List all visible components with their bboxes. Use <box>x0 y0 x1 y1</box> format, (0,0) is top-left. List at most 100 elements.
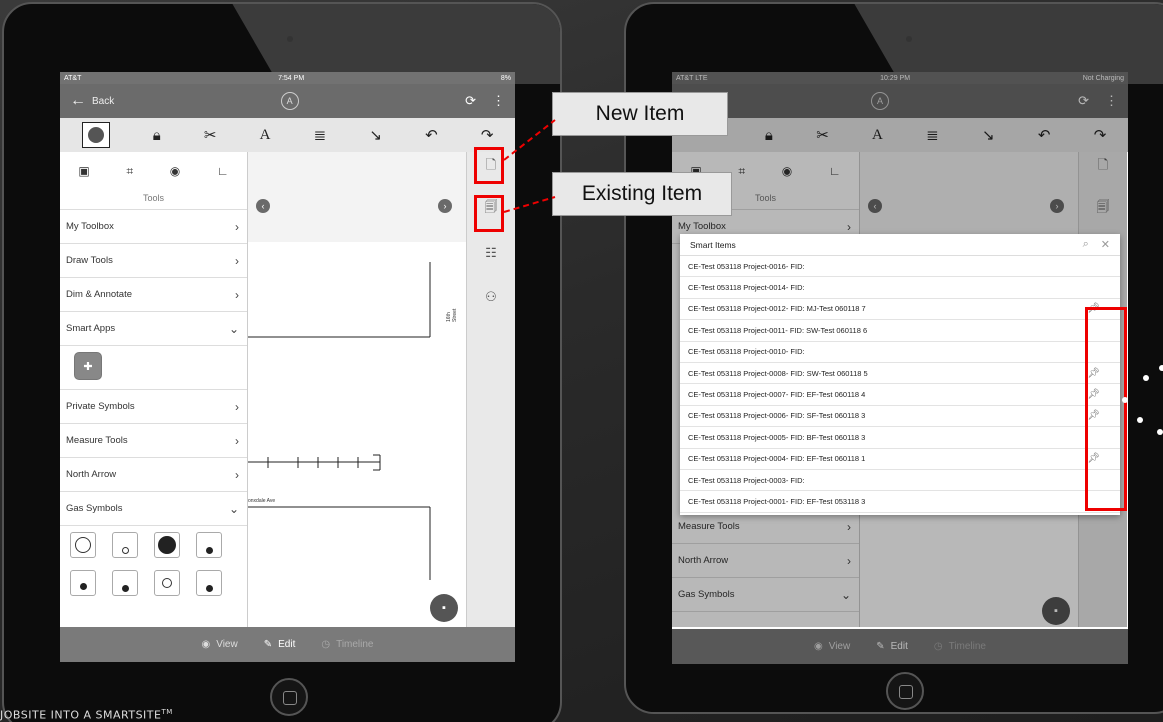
carrier: AT&T LTE <box>676 74 708 82</box>
more-icon[interactable]: ⋮ <box>492 93 505 109</box>
new-item-callout: New Item <box>552 92 728 136</box>
panel-row-gas-symbols[interactable]: Gas Symbols ⌄ <box>60 492 247 526</box>
timeline-tab[interactable]: ◷ Timeline <box>321 639 373 650</box>
left-screen: AT&T 7:54 PM 8% ← Back A ⟳ ⋮ 🔒︎ ✂︎ A ≣ ↘… <box>60 72 515 662</box>
clock-icon: ◷ <box>933 641 943 652</box>
settings-tab-icon[interactable]: ▣ <box>78 164 89 178</box>
pan-left-icon[interactable]: ‹ <box>868 199 882 213</box>
home-button[interactable] <box>270 678 308 716</box>
smart-item-row[interactable]: CE-Test 053118 Project-0003- FID: <box>680 470 1120 492</box>
pan-right-icon[interactable]: › <box>1050 199 1064 213</box>
smart-app-icon[interactable]: ✚ <box>74 352 102 380</box>
back-button[interactable]: ← Back <box>70 92 114 110</box>
tape-icon[interactable]: ✂︎ <box>204 126 217 144</box>
dimension-tab-icon[interactable]: ∟ <box>829 164 841 178</box>
panel-row-my-toolbox[interactable]: My Toolbox › <box>60 210 247 244</box>
edit-icon: ✎ <box>263 639 273 650</box>
chevron-right-icon: › <box>235 287 239 302</box>
smart-item-label: CE-Test 053118 Project-0008- FID: SW-Tes… <box>688 368 868 378</box>
gas-symbol-t-circle[interactable] <box>70 532 96 558</box>
smart-item-row[interactable]: CE-Test 053118 Project-0006- FID: SF-Tes… <box>680 406 1120 428</box>
dimension-tab-icon[interactable]: ∟ <box>217 164 229 178</box>
panel-row-north-arrow[interactable]: North Arrow › <box>672 544 859 578</box>
panel-row-smart-apps[interactable]: Smart Apps ⌄ <box>60 312 247 346</box>
list-icon[interactable]: ☷ <box>482 244 500 262</box>
refresh-icon[interactable]: ⟳ <box>465 93 476 109</box>
smart-items-title: Smart Items <box>690 239 736 250</box>
gas-symbol-t-dot[interactable] <box>196 532 222 558</box>
gas-symbol-valve[interactable] <box>112 532 138 558</box>
gas-symbol-dot[interactable] <box>112 570 138 596</box>
smart-item-row[interactable]: CE-Test 053118 Project-0005- FID: BF-Tes… <box>680 427 1120 449</box>
text-tool[interactable]: A <box>260 127 271 144</box>
gas-symbol-dot-2[interactable] <box>196 570 222 596</box>
view-tab[interactable]: ◉ View <box>814 641 850 652</box>
save-button[interactable]: ▪ <box>430 594 458 622</box>
eye-tab-icon[interactable]: ◉ <box>170 164 180 178</box>
refresh-icon[interactable]: ⟳ <box>1078 93 1089 109</box>
undo-icon[interactable]: ↶ <box>425 126 438 144</box>
undo-icon[interactable]: ↶ <box>1038 126 1051 144</box>
panel-row-gas-symbols[interactable]: Gas Symbols ⌄ <box>672 578 859 612</box>
camera <box>287 36 293 42</box>
close-icon[interactable]: ✕ <box>1101 238 1110 251</box>
more-icon[interactable]: ⋮ <box>1105 93 1118 109</box>
panel-row-dim-annotate[interactable]: Dim & Annotate › <box>60 278 247 312</box>
lock-icon[interactable]: 🔒︎ <box>765 127 773 144</box>
eyedropper-icon[interactable]: ↘︎ <box>982 126 995 144</box>
eye-icon: ◉ <box>201 639 211 650</box>
smart-item-row[interactable]: CE-Test 053118 Project-0011- FID: SW-Tes… <box>680 320 1120 342</box>
pins-highlight <box>1085 307 1127 511</box>
crop-tab-icon[interactable]: ⌗ <box>738 164 745 179</box>
home-button[interactable] <box>886 672 924 710</box>
battery: 8% <box>500 74 511 82</box>
smart-item-label: CE-Test 053118 Project-0016- FID: <box>688 261 805 271</box>
text-tool[interactable]: A <box>872 127 883 144</box>
crop-tab-icon[interactable]: ⌗ <box>126 164 133 179</box>
smart-item-row[interactable]: CE-Test 053118 Project-0004- FID: EF-Tes… <box>680 449 1120 470</box>
status-bar: AT&T LTE 10:29 PM Not Charging <box>672 72 1128 84</box>
smart-item-row[interactable]: CE-Test 053118 Project-0008- FID: SW-Tes… <box>680 363 1120 385</box>
eyedropper-icon[interactable]: ↘︎ <box>369 126 382 144</box>
save-button[interactable]: ▪ <box>1042 597 1070 625</box>
lock-icon[interactable]: 🔒︎ <box>153 127 161 144</box>
gas-symbol-solid-circle[interactable] <box>154 532 180 558</box>
chevron-right-icon: › <box>235 253 239 268</box>
redo-icon[interactable]: ↷ <box>481 126 494 144</box>
gas-symbol-target[interactable] <box>154 570 180 596</box>
line-weight-icon[interactable]: ≣ <box>926 126 939 144</box>
redo-icon[interactable]: ↷ <box>1094 126 1107 144</box>
smart-item-row[interactable]: CE-Test 053118 Project-0010- FID: <box>680 342 1120 363</box>
panel-row-measure-tools[interactable]: Measure Tools › <box>60 424 247 458</box>
search-icon[interactable]: ⌕ <box>1083 238 1089 251</box>
drawing-canvas[interactable]: ‹ › 16th Street onxdale Ave ▪ <box>248 152 466 627</box>
back-label: Back <box>92 95 115 107</box>
edit-tab[interactable]: ✎ Edit <box>264 639 296 650</box>
new-item-icon[interactable]: 🗋︎ <box>1094 157 1112 176</box>
gas-symbol-service[interactable] <box>70 570 96 596</box>
line-weight-icon[interactable]: ≣ <box>314 126 327 144</box>
eye-tab-icon[interactable]: ◉ <box>782 164 792 178</box>
new-item-highlight <box>474 147 504 184</box>
network-icon[interactable]: ⚇ <box>482 288 500 306</box>
panel-row-north-arrow[interactable]: North Arrow › <box>60 458 247 492</box>
chevron-right-icon: › <box>235 399 239 414</box>
smart-item-row[interactable]: CE-Test 053118 Project-0014- FID: <box>680 277 1120 299</box>
tape-icon[interactable]: ✂︎ <box>816 126 829 144</box>
smart-item-label: CE-Test 053118 Project-0014- FID: <box>688 283 805 293</box>
panel-row-measure-tools[interactable]: Measure Tools › <box>672 510 859 544</box>
smart-item-row[interactable]: CE-Test 053118 Project-0007- FID: EF-Tes… <box>680 384 1120 406</box>
smart-item-row[interactable]: CE-Test 053118 Project-0001- FID: EF-Tes… <box>680 491 1120 513</box>
existing-item-icon[interactable]: 🗐︎ <box>1094 199 1112 218</box>
panel-row-private-symbols[interactable]: Private Symbols › <box>60 390 247 424</box>
smart-item-row[interactable]: CE-Test 053118 Project-0016- FID: <box>680 256 1120 278</box>
edit-tab[interactable]: ✎ Edit <box>876 641 908 652</box>
clock-icon: ◷ <box>321 639 331 650</box>
timeline-tab[interactable]: ◷ Timeline <box>934 641 986 652</box>
selected-tool-button[interactable] <box>81 122 110 148</box>
panel-row-draw-tools[interactable]: Draw Tools › <box>60 244 247 278</box>
back-arrow-icon: ← <box>70 92 86 109</box>
smart-item-row[interactable]: CE-Test 053118 Project-0012- FID: MJ-Tes… <box>680 299 1120 321</box>
chevron-right-icon: › <box>235 467 239 482</box>
view-tab[interactable]: ◉ View <box>201 639 237 650</box>
